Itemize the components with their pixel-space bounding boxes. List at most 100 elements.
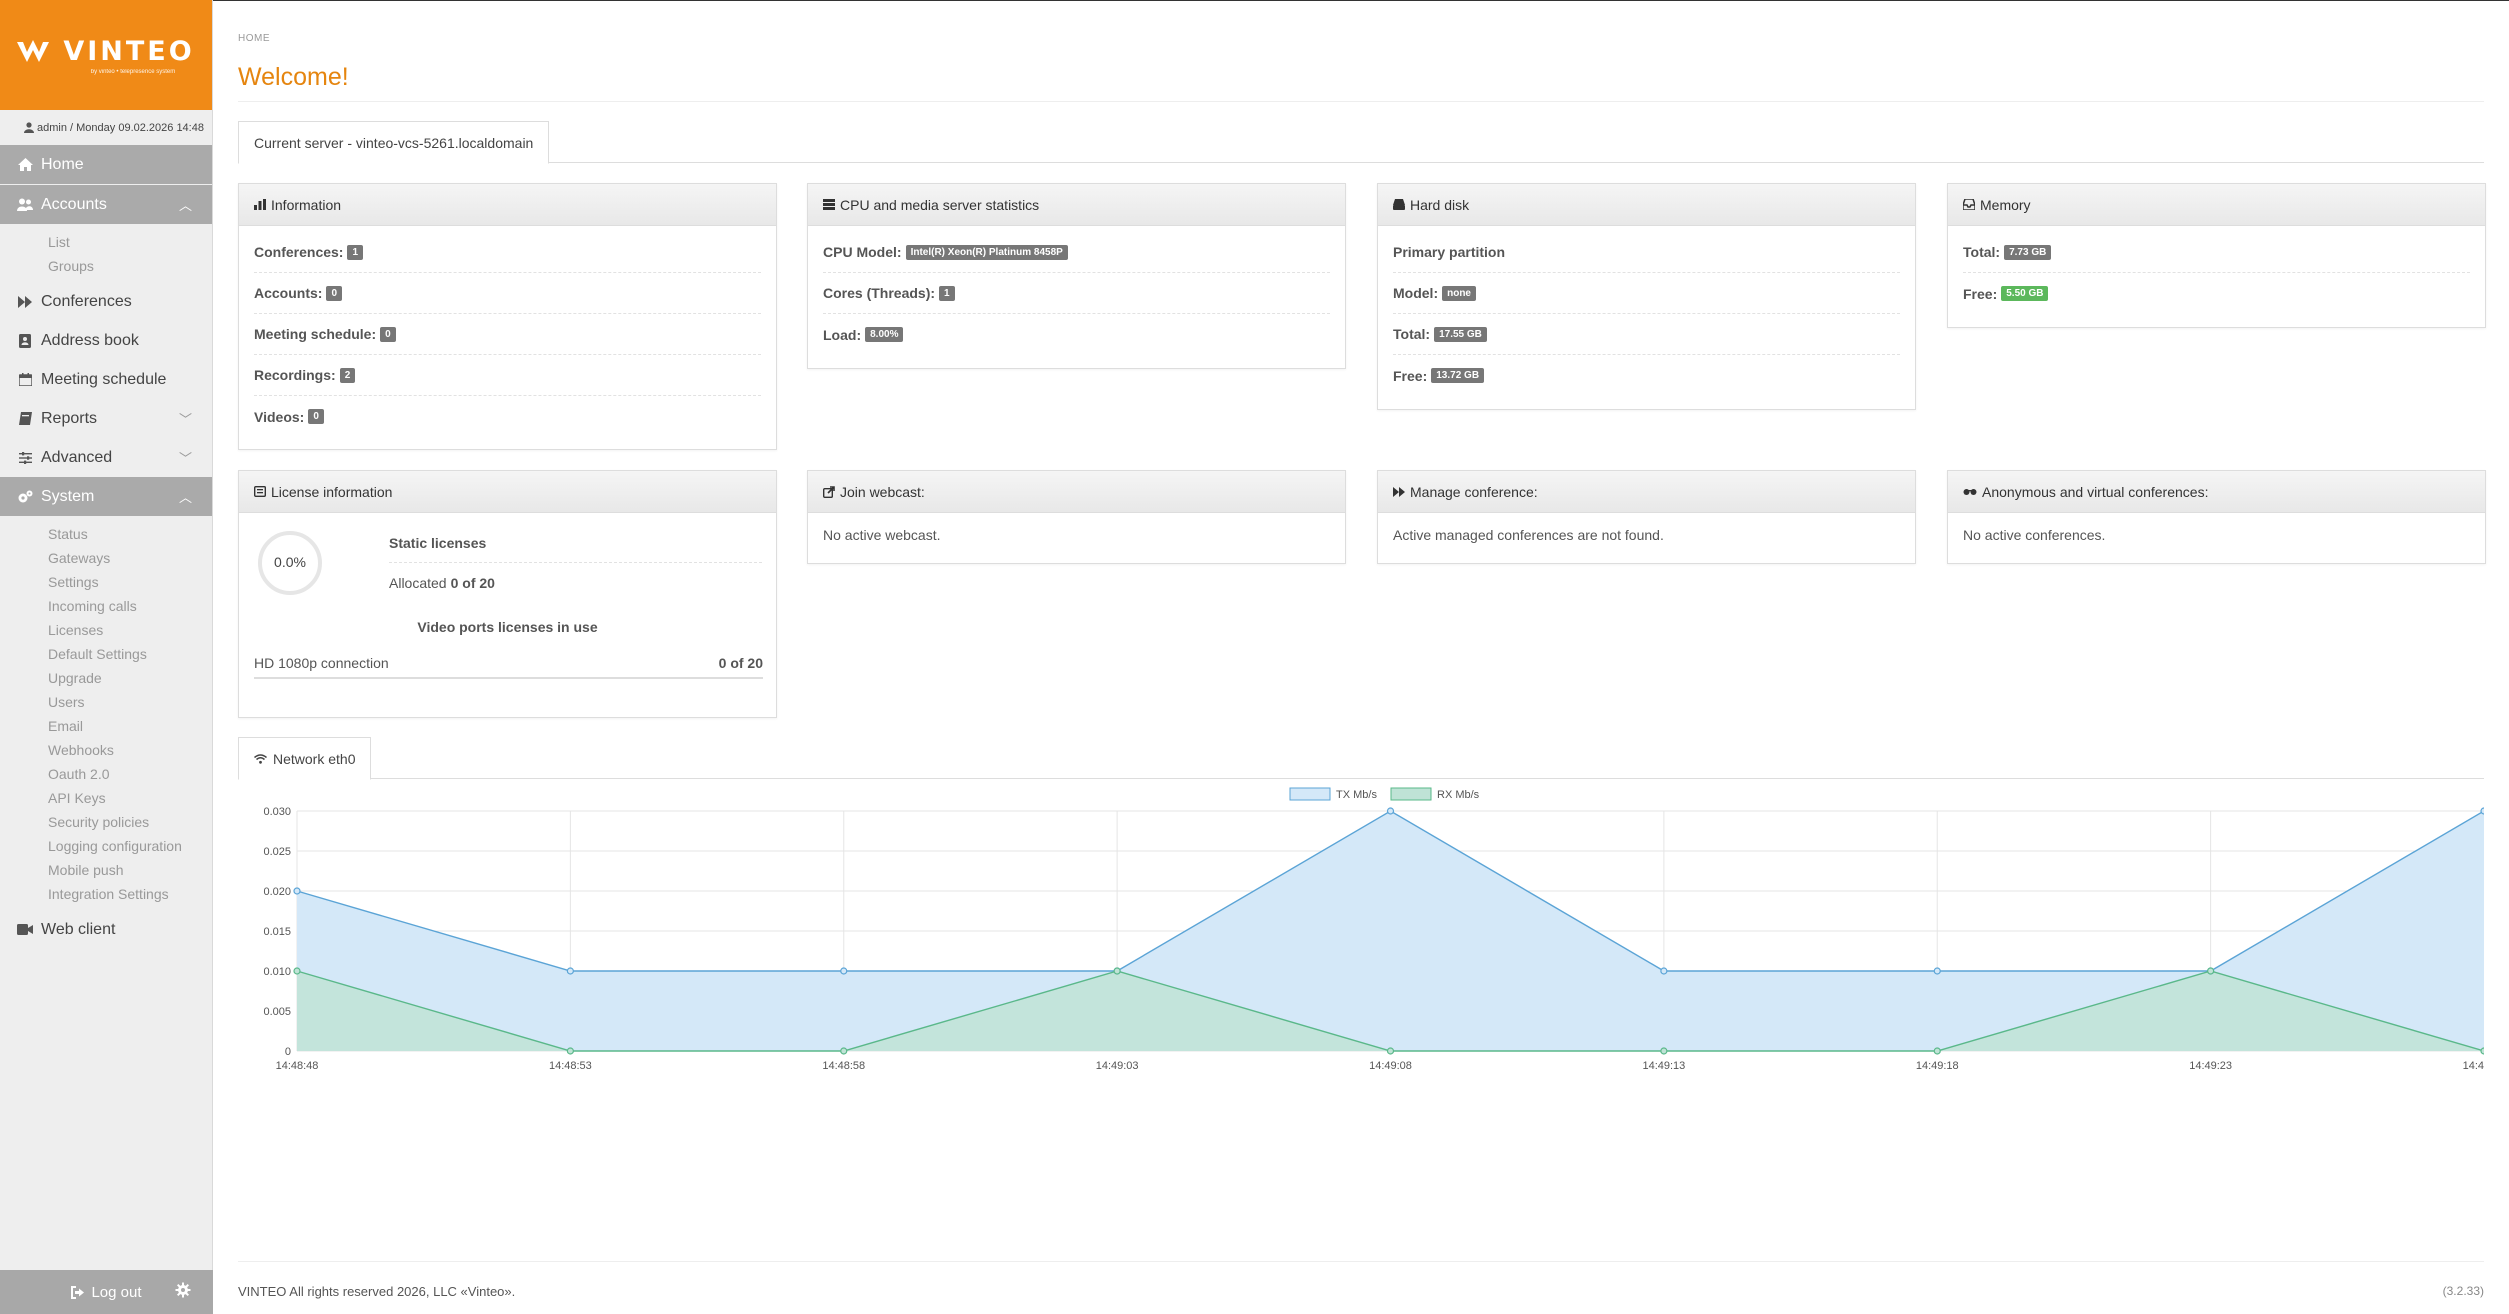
count-badge: 0 (380, 326, 396, 342)
nav-accounts-groups[interactable]: Groups (0, 254, 212, 278)
nav-system-default-settings[interactable]: Default Settings (0, 642, 212, 666)
nav-system-status[interactable]: Status (0, 522, 212, 546)
count-badge: 2 (339, 367, 356, 383)
nav-system-api-keys[interactable]: API Keys (0, 786, 212, 810)
nav-system-incoming-calls[interactable]: Incoming calls (0, 594, 212, 618)
tab-network-eth0[interactable]: Network eth0 (238, 737, 372, 780)
row-label: Conferences: (254, 244, 344, 260)
x-tick-label: 14:48:53 (549, 1060, 592, 1072)
data-point-rx (1113, 967, 1121, 975)
legend-swatch (1390, 787, 1432, 801)
nav-web-client[interactable]: Web client (0, 910, 212, 949)
row-label: Free: (1963, 285, 1998, 302)
footer-text: VINTEO All rights reserved 2026, LLC «Vi… (238, 1284, 516, 1299)
logo[interactable]: VINTEO by vinteo • telepresence system (0, 0, 212, 110)
data-point-tx (2480, 807, 2484, 815)
tab-current-server-label: Current server - vinteo-vcs-5261.localdo… (254, 134, 534, 151)
logout-button[interactable]: Log out (0, 1270, 213, 1314)
nav-reports[interactable]: Reports ﹀ (0, 399, 212, 438)
cpu-row-model: CPU Model: Intel(R) Xeon(R) Platinum 8458… (823, 232, 1330, 273)
sign-out-icon (71, 1285, 85, 1299)
main-content: HOME Welcome! Current server - vinteo-vc… (213, 0, 2509, 1314)
chevron-up-icon: ︿ (178, 490, 192, 505)
nav-accounts-label: Accounts (41, 195, 107, 213)
row-label: Recordings: (254, 367, 336, 383)
video-camera-icon (17, 924, 33, 935)
data-point-rx (1660, 1047, 1668, 1055)
tab-current-server[interactable]: Current server - vinteo-vcs-5261.localdo… (238, 121, 550, 164)
value-badge: 7.73 GB (2004, 244, 2052, 260)
brand-name: VINTEO (63, 35, 195, 67)
system-submenu: Status Gateways Settings Incoming calls … (0, 516, 212, 906)
count-badge: 1 (347, 244, 364, 260)
nav-system-upgrade[interactable]: Upgrade (0, 666, 212, 690)
chevron-down-icon: ﹀ (178, 451, 192, 466)
user-icon (24, 122, 35, 133)
nav-system-settings[interactable]: Settings (0, 570, 212, 594)
data-point-tx (1933, 967, 1941, 975)
count-badge: 0 (326, 285, 343, 301)
gear-icon[interactable] (175, 1282, 191, 1298)
address-book-icon (19, 333, 31, 348)
info-row-conferences: Conferences: 1 (254, 232, 761, 273)
y-tick-label: 0.020 (263, 886, 291, 898)
nav-meeting-schedule[interactable]: Meeting schedule (0, 360, 212, 399)
license-panel: License information 0.0% Static licenses… (238, 470, 777, 718)
nav-system-users[interactable]: Users (0, 690, 212, 714)
nav-system-gateways[interactable]: Gateways (0, 546, 212, 570)
info-row-accounts: Accounts: 0 (254, 273, 761, 314)
nav-system-logging[interactable]: Logging configuration (0, 834, 212, 858)
cpu-title: CPU and media server statistics (840, 196, 1040, 213)
logout-label: Log out (91, 1283, 142, 1301)
row-label: Load: (823, 326, 862, 343)
tab-network-eth0-label: Network eth0 (273, 750, 356, 767)
nav-system-mobile-push[interactable]: Mobile push (0, 858, 212, 882)
nav-system[interactable]: System ︿ (0, 477, 212, 516)
glasses-icon (1963, 489, 1977, 495)
information-list: Conferences: 1 Accounts: 0 Meeting schedul… (239, 226, 776, 443)
nav-system-integration[interactable]: Integration Settings (0, 882, 212, 906)
y-tick-label: 0 (285, 1046, 291, 1058)
data-point-tx (1660, 967, 1668, 975)
disk-row-free: Free: 13.72 GB (1393, 355, 1900, 396)
nav-conferences[interactable]: Conferences (0, 282, 212, 321)
x-tick-label: 14:49:03 (1096, 1060, 1139, 1072)
forward-icon (18, 295, 32, 308)
nav-accounts[interactable]: Accounts ︿ (0, 185, 212, 224)
footer: VINTEO All rights reserved 2026, LLC «Vi… (238, 1261, 2484, 1299)
nav-home[interactable]: Home (0, 145, 212, 184)
x-tick-label: 14:49:28 (2463, 1060, 2484, 1072)
disk-row-model: Model: none (1393, 273, 1900, 314)
data-point-rx (1386, 1047, 1395, 1055)
brand-tagline: by vinteo • telepresence system (90, 68, 176, 75)
x-tick-label: 14:49:18 (1916, 1060, 1959, 1072)
nav-address-book[interactable]: Address book (0, 321, 212, 360)
y-tick-label: 0.025 (263, 846, 291, 858)
nav-accounts-list[interactable]: List (0, 230, 212, 254)
nav-address-book-label: Address book (41, 331, 139, 349)
webcast-title: Join webcast: (840, 483, 925, 500)
nav-system-licenses[interactable]: Licenses (0, 618, 212, 642)
nav-reports-label: Reports (41, 409, 98, 427)
user-info: admin / Monday 09.02.2026 14:48 (37, 121, 204, 134)
data-point-rx (840, 1047, 848, 1055)
static-licenses-row: Static licenses (389, 523, 762, 563)
row-label: Total: (1963, 244, 2001, 260)
nav-system-security-policies[interactable]: Security policies (0, 810, 212, 834)
value-badge: 5.50 GB (2001, 286, 2049, 301)
value-badge: 13.72 GB (1431, 368, 1485, 383)
nav-advanced[interactable]: Advanced ﹀ (0, 438, 212, 477)
nav-system-label: System (41, 487, 95, 505)
nav-system-webhooks[interactable]: Webhooks (0, 738, 212, 762)
x-tick-label: 14:48:58 (822, 1060, 865, 1072)
sliders-icon (18, 451, 32, 464)
chevron-down-icon: ﹀ (178, 412, 192, 427)
home-icon (17, 158, 33, 171)
anonymous-conferences-panel: Anonymous and virtual conferences: No ac… (1947, 470, 2486, 564)
nav-system-email[interactable]: Email (0, 714, 212, 738)
nav-system-oauth[interactable]: Oauth 2.0 (0, 762, 212, 786)
row-label: Free: (1393, 367, 1428, 384)
book-icon (18, 412, 32, 425)
manage-conference-empty-text: Active managed conferences are not found… (1393, 527, 1664, 543)
breadcrumb[interactable]: HOME (238, 33, 270, 44)
